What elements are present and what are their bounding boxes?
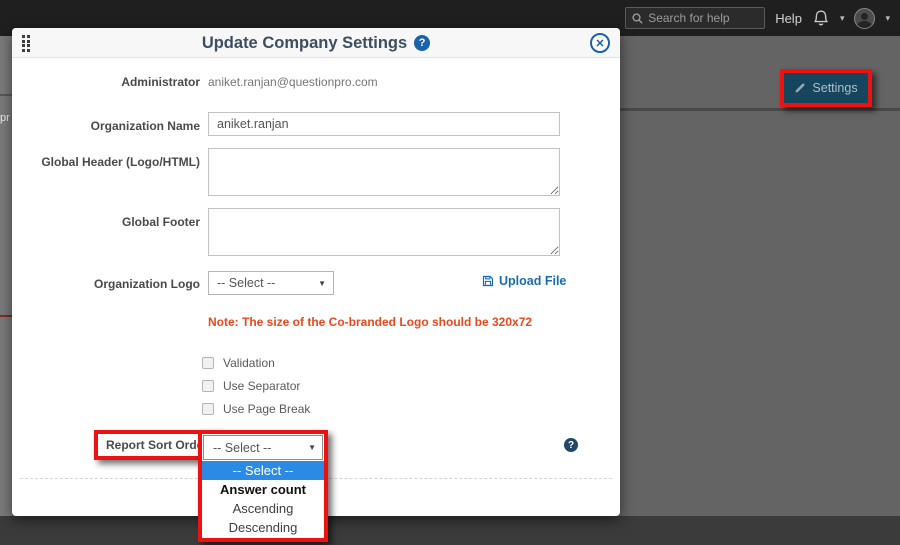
close-icon[interactable]: ✕ <box>590 33 610 53</box>
notifications-bell-icon[interactable] <box>812 9 830 28</box>
help-search-box[interactable] <box>625 7 765 29</box>
report-sort-order-help-icon[interactable]: ? <box>564 438 578 452</box>
global-header-textarea[interactable] <box>208 148 560 196</box>
clipped-page-text: pr <box>0 112 10 124</box>
settings-button-annotation: Settings <box>780 69 872 107</box>
report-sort-order-dropdown-annotation: -- Select -- ▼ -- Select -- Answer count… <box>198 430 328 542</box>
option-ascending[interactable]: Ascending <box>202 499 324 518</box>
top-bar-actions: Help ▾ ▾ <box>625 0 890 36</box>
administrator-value: aniket.ranjan@questionpro.com <box>208 75 378 89</box>
use-page-break-checkbox[interactable] <box>202 403 214 415</box>
use-page-break-checkbox-label: Use Page Break <box>223 402 310 416</box>
account-avatar-icon[interactable] <box>854 8 875 29</box>
organization-name-label: Organization Name <box>12 119 200 133</box>
pencil-icon <box>794 82 806 94</box>
option-select[interactable]: -- Select -- <box>202 461 324 480</box>
chevron-down-icon: ▼ <box>308 443 316 452</box>
avatar-bust <box>857 21 872 29</box>
global-footer-textarea[interactable] <box>208 208 560 256</box>
upload-file-link[interactable]: Upload File <box>482 274 566 288</box>
upload-file-label: Upload File <box>499 274 566 288</box>
page-divider-line <box>0 94 12 96</box>
dimmed-page-left-edge: pr <box>0 36 12 516</box>
search-input[interactable] <box>648 11 758 25</box>
page-red-line <box>0 315 12 317</box>
use-separator-checkbox-row[interactable]: Use Separator <box>202 379 300 393</box>
dialog-title: Update Company Settings <box>202 34 407 53</box>
use-separator-checkbox[interactable] <box>202 380 214 392</box>
title-help-icon[interactable]: ? <box>414 35 430 51</box>
logo-size-note: Note: The size of the Co-branded Logo sh… <box>208 315 532 329</box>
report-sort-order-option-list: -- Select -- Answer count Ascending Desc… <box>202 461 324 538</box>
page-section-divider <box>620 108 900 111</box>
validation-checkbox-label: Validation <box>223 356 275 370</box>
account-caret-icon[interactable]: ▾ <box>885 14 890 23</box>
global-footer-label: Global Footer <box>12 215 200 229</box>
page-bottom-area <box>0 516 900 545</box>
update-company-settings-dialog: Update Company Settings ? ✕ Administrato… <box>12 28 620 516</box>
upload-file-icon <box>482 275 494 287</box>
dialog-header: Update Company Settings ? ✕ <box>12 28 620 58</box>
help-link[interactable]: Help <box>775 11 802 26</box>
organization-logo-label: Organization Logo <box>12 277 200 291</box>
organization-logo-select[interactable]: -- Select -- ▼ <box>208 271 334 295</box>
validation-checkbox[interactable] <box>202 357 214 369</box>
global-header-label: Global Header (Logo/HTML) <box>12 155 200 169</box>
search-icon <box>632 13 643 24</box>
use-page-break-checkbox-row[interactable]: Use Page Break <box>202 402 310 416</box>
drag-handle-icon[interactable] <box>22 35 30 52</box>
organization-name-input[interactable] <box>208 112 560 136</box>
settings-button-label: Settings <box>812 81 857 95</box>
settings-button[interactable]: Settings <box>784 73 868 103</box>
validation-checkbox-row[interactable]: Validation <box>202 356 275 370</box>
notifications-caret-icon[interactable]: ▾ <box>840 14 845 23</box>
report-sort-order-selected-value: -- Select -- <box>213 441 271 455</box>
option-descending[interactable]: Descending <box>202 518 324 537</box>
administrator-label: Administrator <box>12 75 200 89</box>
use-separator-checkbox-label: Use Separator <box>223 379 300 393</box>
option-group-answer-count[interactable]: Answer count <box>202 480 324 499</box>
report-sort-order-select[interactable]: -- Select -- ▼ <box>203 435 323 460</box>
chevron-down-icon: ▼ <box>318 279 326 288</box>
avatar-head <box>861 13 868 20</box>
organization-logo-selected-value: -- Select -- <box>217 276 275 290</box>
